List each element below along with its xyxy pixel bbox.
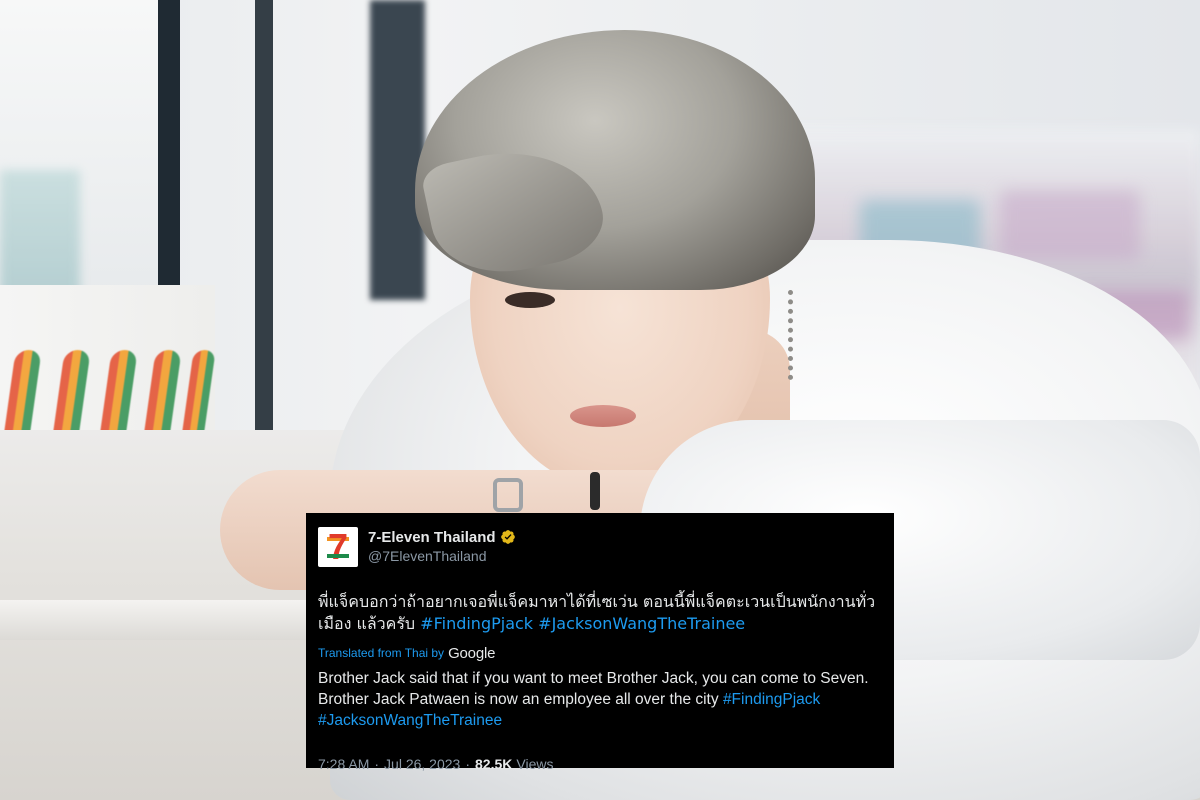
tweet-date[interactable]: Jul 26, 2023: [384, 756, 460, 772]
hashtag-link[interactable]: #JacksonWangTheTrainee: [538, 614, 745, 633]
avatar-stripe-green: [327, 554, 349, 558]
counter-edge: [0, 600, 330, 640]
window-frame-left: [158, 0, 180, 300]
window-frame-mid: [255, 0, 273, 440]
name-row: 7-Eleven Thailand: [368, 526, 516, 548]
translation-attribution[interactable]: Translated from Thai by Google: [318, 643, 880, 663]
hashtag-link[interactable]: #FindingPjack: [723, 691, 820, 708]
tweet-text-english: Brother Jack said that if you want to me…: [318, 668, 880, 731]
meta-separator: ·: [374, 756, 380, 772]
tweet-meta: 7:28 AM · Jul 26, 2023 · 82.5K Views: [318, 756, 880, 772]
wristband: [590, 472, 600, 510]
meta-separator: ·: [465, 756, 471, 772]
handle[interactable]: @7ElevenThailand: [368, 548, 516, 564]
seven-eleven-logo-icon: 7: [327, 527, 349, 567]
author-block: 7-Eleven Thailand @7ElevenThailand: [368, 526, 516, 564]
verified-badge-icon: [500, 530, 515, 544]
person-eye-left: [505, 292, 555, 308]
avatar[interactable]: 7: [318, 527, 358, 567]
tweet-header: 7 7-Eleven Thailand @7ElevenThailand: [318, 526, 880, 574]
translated-from-label: Translated from Thai by: [318, 646, 445, 660]
person-lips: [570, 405, 636, 427]
tweet-text-thai: พี่แจ็คบอกว่าถ้าอยากเจอพี่แจ็คมาหาได้ที่…: [318, 591, 880, 635]
hashtag-link[interactable]: #FindingPjack: [420, 614, 533, 633]
window-frame-right: [370, 0, 425, 300]
hashtag-link[interactable]: #JacksonWangTheTrainee: [318, 712, 502, 729]
display-name[interactable]: 7-Eleven Thailand: [368, 529, 496, 546]
views-label: Views: [516, 756, 554, 772]
bracelet: [493, 478, 523, 512]
shelf-products-2: [1000, 190, 1140, 260]
tweet-time[interactable]: 7:28 AM: [318, 756, 369, 772]
google-logo: Google: [448, 644, 496, 662]
person-necklace: [788, 290, 806, 380]
tweet-card: 7 7-Eleven Thailand @7ElevenThailand พี่…: [306, 513, 894, 772]
views-count[interactable]: 82.5K: [475, 756, 512, 772]
window-blind: [0, 170, 80, 300]
